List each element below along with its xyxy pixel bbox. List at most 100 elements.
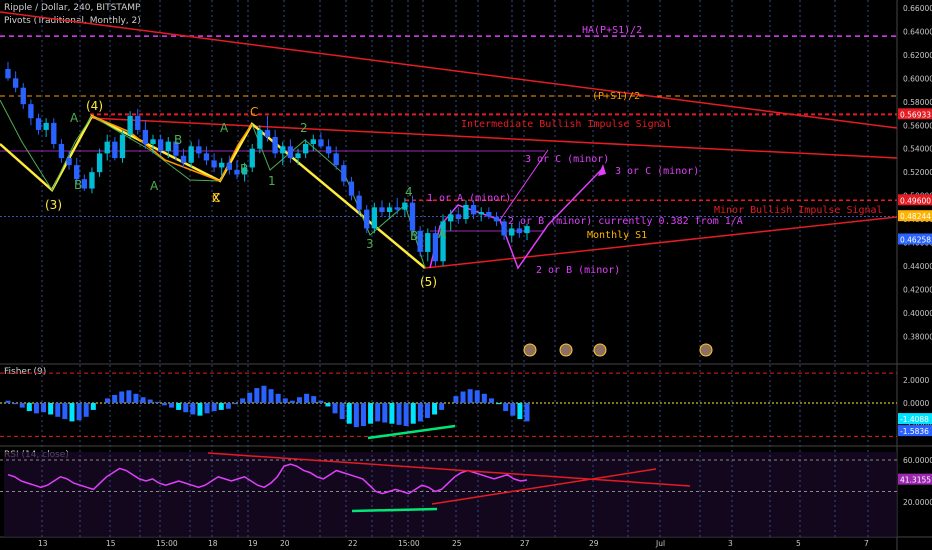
fisher-tick-label: 2.0000	[903, 376, 929, 385]
candle-body	[58, 144, 65, 159]
fisher-bar	[225, 403, 231, 409]
candle-body	[516, 228, 523, 234]
fisher-bar	[41, 403, 47, 413]
fisher-bar	[105, 398, 111, 403]
candle-body	[5, 68, 11, 79]
fisher-bar	[488, 398, 494, 403]
fisher-bar	[5, 400, 11, 403]
candle-body	[226, 162, 233, 170]
fisher-bar	[289, 400, 295, 403]
fisher-bar	[275, 393, 281, 403]
fisher-bar	[12, 403, 18, 405]
level-label: Intermediate Bullish Impulse Signal	[461, 119, 672, 130]
fisher-bar	[432, 403, 438, 415]
candle-body	[348, 181, 355, 196]
price-tick-label: 0.42000	[903, 285, 932, 294]
candle-body	[135, 115, 141, 130]
fisher-bar	[69, 403, 75, 422]
price-tick-label: 0.66000	[903, 4, 932, 13]
time-tick-label: 20	[280, 539, 290, 548]
chart-grid	[0, 0, 932, 550]
candle-body	[28, 104, 34, 119]
price-tick-label: 0.58000	[903, 98, 932, 107]
wave-label: 4	[405, 185, 413, 199]
candle-body	[165, 141, 171, 152]
fisher-bar	[169, 403, 175, 408]
time-tick-label: 19	[248, 539, 258, 548]
wave-label: X	[212, 191, 220, 205]
time-tick-label: 22	[348, 539, 358, 548]
candle-body	[478, 212, 484, 215]
candle-body	[425, 233, 431, 252]
candle-body	[318, 139, 324, 147]
fisher-bar	[147, 399, 153, 403]
candle-body	[310, 139, 316, 145]
time-tick-label: 15:00	[398, 539, 420, 548]
candle-body	[20, 87, 26, 105]
time-tick-label: 25	[452, 539, 462, 548]
annotation-label: 3 or C (minor)	[525, 154, 609, 165]
candle-body	[501, 221, 507, 236]
level-label: (P+S1)/2	[592, 91, 640, 102]
candle-body	[287, 146, 294, 159]
candle-body	[341, 165, 347, 182]
fisher-bar	[410, 403, 416, 424]
fisher-bar	[474, 390, 480, 403]
price-chart[interactable]: (3)(4)(5)AB ABCXABC1234ABHA(P+S1)/2(P+S1)…	[0, 0, 932, 550]
candle-body	[463, 204, 469, 220]
candle-body	[35, 118, 42, 130]
candle-body	[112, 141, 118, 159]
time-tick-label: 3	[728, 539, 733, 548]
price-tag: 0.49600	[898, 194, 932, 206]
candle-body	[180, 155, 187, 163]
fisher-bar	[112, 394, 118, 403]
fisher-bar	[460, 391, 466, 403]
candle-body	[486, 212, 492, 217]
candle-body	[493, 216, 500, 222]
fisher-bar	[204, 403, 210, 414]
candle-body	[196, 146, 202, 154]
fisher-bar	[503, 403, 509, 412]
price-tick-label: 0.60000	[903, 74, 932, 83]
price-tick-label: 0.64000	[903, 27, 932, 36]
candle-body	[150, 139, 156, 145]
rsi-band	[4, 452, 897, 537]
candle-body	[203, 153, 210, 161]
candle-body	[325, 146, 332, 154]
fisher-bar	[154, 401, 160, 403]
wave-label: 1	[268, 174, 276, 188]
event-marker	[699, 343, 713, 357]
candle-body	[89, 172, 95, 189]
projection-arrowhead	[598, 164, 606, 176]
candle-body	[394, 207, 400, 210]
fisher-bar	[183, 403, 189, 413]
fisher-bar	[240, 398, 246, 403]
fisher-bar	[296, 397, 302, 403]
candle-body	[333, 153, 339, 166]
time-tick-label: 29	[589, 539, 599, 548]
fisher-bar	[304, 393, 310, 403]
fisher-bar	[403, 403, 409, 426]
wave-label: B	[174, 133, 182, 147]
price-tick-label: 0.52000	[903, 168, 932, 177]
fisher-bar	[197, 403, 203, 416]
level-label: HA(P+S1)/2	[582, 25, 642, 36]
svg-text:0.48244: 0.48244	[900, 212, 931, 221]
fisher-bar	[55, 403, 61, 417]
annotation-layer: (3)(4)(5)AB ABCXABC1234ABHA(P+S1)/2(P+S1)…	[45, 25, 883, 357]
wave-label: 3	[366, 237, 374, 251]
fisher-bar	[62, 403, 68, 420]
event-marker	[523, 343, 537, 357]
fisher-bar	[510, 403, 516, 416]
wave-label: (5)	[420, 275, 437, 289]
time-tick-label: 5	[796, 539, 801, 548]
fisher-bar	[481, 393, 487, 403]
fisher-bar	[339, 403, 345, 420]
fisher-bar	[26, 403, 32, 412]
candle-body	[455, 214, 461, 220]
time-tick-label: 15	[106, 539, 116, 548]
fisher-bar	[346, 403, 352, 424]
rsi-tag: 41.3155	[898, 473, 932, 485]
fisher-tag: -1.4088	[898, 413, 932, 425]
fisher-bar	[211, 403, 217, 412]
